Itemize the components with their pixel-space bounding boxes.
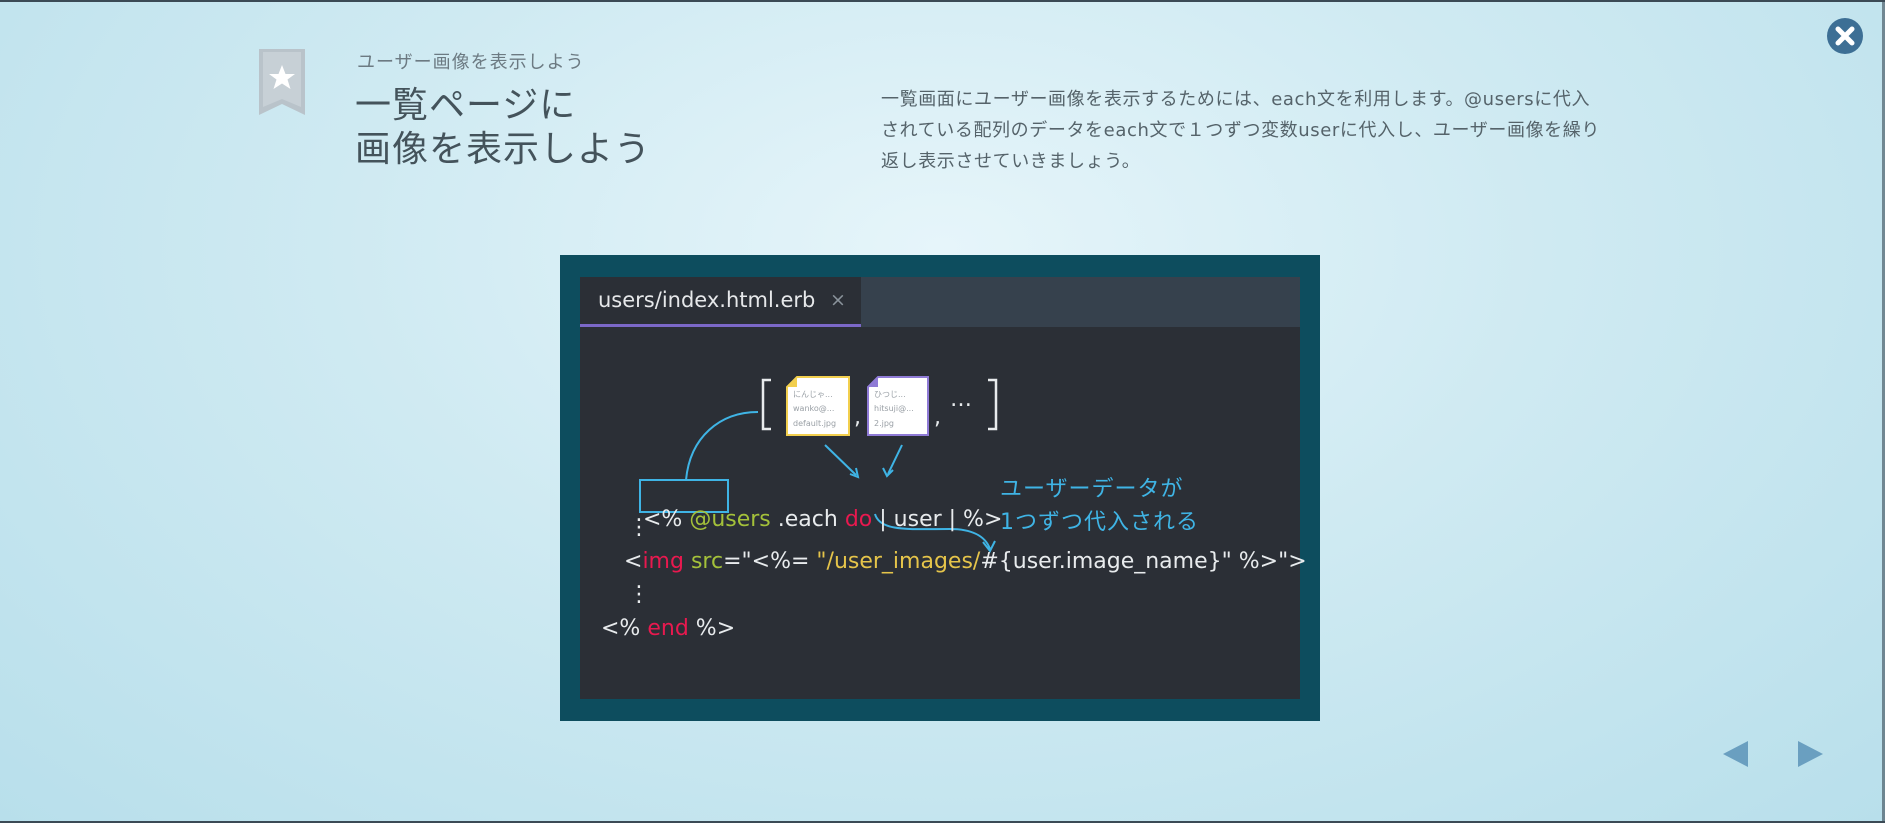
code-editor-frame: users/index.html.erb × にんじゃ... wanko@...… (560, 255, 1320, 721)
code-line-4-dots: ⋮ (628, 582, 650, 607)
close-button[interactable] (1827, 18, 1863, 54)
prev-slide-button[interactable] (1721, 739, 1751, 769)
arrow-left-icon (1723, 741, 1748, 767)
top-border (0, 0, 1885, 2)
title-line-1: 一覧ページに (355, 85, 577, 126)
annotation-text: ユーザーデータが 1つずつ代入される (1000, 477, 1199, 535)
array-comma-2: , (934, 405, 941, 430)
lesson-subtitle: ユーザー画像を表示しよう (357, 52, 585, 73)
user-data-card-2: ひつじ... hitsuji@... 2.jpg (874, 390, 914, 428)
user-data-card-1: にんじゃ... wanko@... default.jpg (793, 390, 837, 428)
close-icon (1835, 26, 1855, 46)
array-comma-1: , (854, 405, 861, 430)
next-slide-button[interactable] (1795, 739, 1825, 769)
code-var-users: @users (689, 507, 771, 532)
star-bookmark-icon (259, 49, 305, 115)
title-line-2: 画像を表示しよう (355, 129, 652, 170)
arrow-right-icon (1798, 741, 1823, 767)
code-editor: users/index.html.erb × にんじゃ... wanko@...… (580, 277, 1307, 699)
code-line-2-dots: ⋮ (628, 515, 650, 540)
array-ellipsis: … (950, 387, 972, 412)
page-title: 一覧ページに 画像を表示しよう (355, 84, 651, 172)
code-line-1: <% @users .each do | user | %> (642, 507, 1003, 532)
description-text: 一覧画面にユーザー画像を表示するためには、each文を利用します。@usersに… (881, 89, 1600, 172)
code-line-3: <img src="<%= "/user_images/#{user.image… (624, 549, 1307, 574)
code-line-5: <% end %> (601, 616, 736, 641)
